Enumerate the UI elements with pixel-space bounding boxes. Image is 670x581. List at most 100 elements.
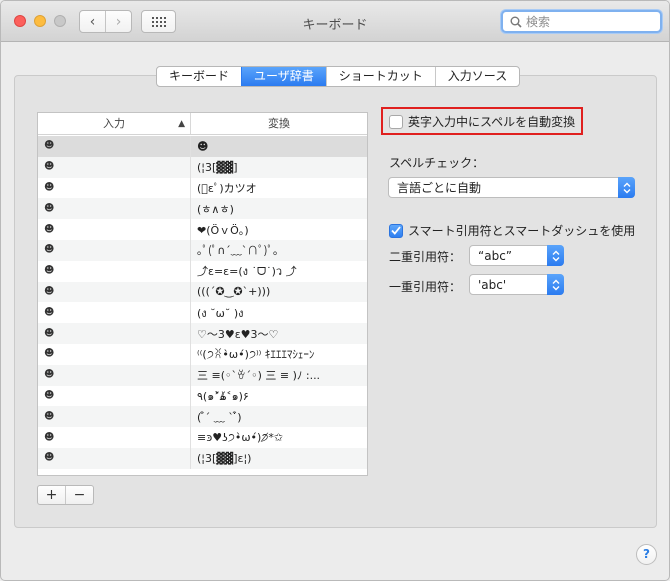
table-row[interactable]: ☻ ≡ͽ♥ʖ੭•̀ω•́)੭̸*✩ — [38, 427, 367, 448]
table-row[interactable]: ☻ ❤(ӦｖӦ｡) — [38, 219, 367, 240]
convert-text: (¦3[▓▓] — [197, 160, 238, 174]
input-cell[interactable]: ☻ — [38, 219, 191, 240]
help-button[interactable]: ? — [636, 544, 657, 565]
popup-arrows-icon — [547, 274, 564, 295]
remove-entry-button[interactable]: − — [65, 486, 93, 504]
input-text: ☻ — [44, 306, 55, 318]
convert-cell[interactable]: ❤(ӦｖӦ｡) — [191, 219, 367, 240]
keyboard-preferences-window: ‹ › キーボード キーボード ユーザ辞書 ショートカット 入力ソー — [0, 0, 670, 581]
convert-cell[interactable]: ☻ — [191, 136, 367, 157]
add-entry-button[interactable]: + — [38, 486, 65, 504]
convert-cell[interactable]: ⁽⁽(੭ꐦ•̀ω•́)੭⁾⁾ ｷｴｴｴﾏｼｪｰﾝ — [191, 344, 367, 365]
tab-keyboard[interactable]: キーボード — [157, 67, 241, 86]
convert-cell[interactable]: (ㅎ∧ㅎ) — [191, 198, 367, 219]
convert-text: ☻ — [197, 139, 209, 153]
input-text: ☻ — [44, 140, 55, 152]
convert-cell[interactable]: ♡〜3♥ε♥3〜♡ — [191, 323, 367, 344]
convert-text: ❤(ӦｖӦ｡) — [197, 223, 249, 237]
input-cell[interactable]: ☻ — [38, 406, 191, 428]
input-cell[interactable]: ☻ — [38, 281, 191, 303]
input-text: ☻ — [44, 265, 55, 277]
double-quote-popup[interactable]: “abc” — [469, 245, 564, 266]
input-text: ☻ — [44, 202, 55, 214]
smart-quotes-label: スマート引用符とスマートダッシュを使用 — [408, 224, 636, 238]
convert-text: ⁽⁽(੭ꐦ•̀ω•́)੭⁾⁾ ｷｴｴｴﾏｼｪｰﾝ — [197, 348, 315, 362]
convert-text: (((´✪‿✪`+))) — [197, 285, 271, 299]
convert-text: (ﾟεﾟ)カツオ — [197, 181, 257, 195]
input-text: ☻ — [44, 327, 55, 339]
double-quote-label: 二重引用符： — [389, 250, 462, 264]
input-text: ☻ — [44, 452, 55, 464]
input-cell[interactable]: ☻ — [38, 302, 191, 324]
convert-cell[interactable]: ⤴ε=ε=(ง ˙ᗜ˙)ว ⤴ — [191, 261, 367, 282]
input-cell[interactable]: ☻ — [38, 177, 191, 199]
auto-spell-option[interactable]: 英字入力中にスペルを自動変換 — [389, 113, 575, 130]
table-row[interactable]: ☻ (¦3[▓▓]ε¦) — [38, 447, 367, 469]
convert-text: 三 ≡(◦`ꈊ´◦) 三 ≡ )ﾉ :... — [197, 369, 321, 383]
table-rows: ☻ ☻ ☻ (¦3[▓▓] ☻ (ﾟεﾟ)カツオ ☻ (ㅎ∧ㅎ) ☻ ❤(ӦｖӦ｡) ☻ ｡ﾟ(ﾟ∩´… — [38, 136, 367, 469]
smart-quotes-option[interactable]: スマート引用符とスマートダッシュを使用 — [389, 222, 635, 239]
search-input[interactable] — [526, 13, 656, 31]
input-text: ☻ — [44, 431, 55, 443]
spell-check-value: 言語ごとに自動 — [397, 181, 482, 195]
convert-cell[interactable]: (ง ˘ω˘ )ง — [191, 302, 367, 323]
table-row[interactable]: ☻ (ㅎ∧ㅎ) — [38, 198, 367, 220]
convert-text: ≡ͽ♥ʖ੭•̀ω•́)੭̸*✩ — [197, 430, 284, 444]
table-row[interactable]: ☻ (¦3[▓▓] — [38, 156, 367, 178]
spell-check-popup[interactable]: 言語ごとに自動 — [388, 177, 635, 198]
convert-text: ｡ﾟ(ﾟ∩´﹏`∩ﾟ)ﾟ｡ — [197, 244, 279, 258]
column-header-convert[interactable]: 変換 — [191, 113, 367, 134]
input-cell[interactable]: ☻ — [38, 323, 191, 344]
input-text: ☻ — [44, 410, 55, 422]
double-quote-value: “abc” — [478, 248, 513, 263]
tab-user-dictionary[interactable]: ユーザ辞書 — [241, 67, 326, 86]
table-row[interactable]: ☻ ♡〜3♥ε♥3〜♡ — [38, 323, 367, 344]
convert-cell[interactable]: ( ͒´ ﹏ ` ͒) — [191, 406, 367, 427]
convert-cell[interactable]: (ﾟεﾟ)カツオ — [191, 178, 367, 199]
input-cell[interactable]: ☻ — [38, 427, 191, 448]
auto-spell-checkbox[interactable] — [389, 114, 403, 129]
single-quote-value: 'abc' — [478, 277, 507, 292]
input-cell[interactable]: ☻ — [38, 364, 191, 386]
popup-arrows-icon — [618, 177, 635, 198]
input-cell[interactable]: ☻ — [38, 156, 191, 178]
table-row[interactable]: ☻ ｡ﾟ(ﾟ∩´﹏`∩ﾟ)ﾟ｡ — [38, 239, 367, 261]
single-quote-popup[interactable]: 'abc' — [469, 274, 564, 295]
input-text: ☻ — [44, 369, 55, 381]
table-row[interactable]: ☻ ☻ — [38, 136, 367, 157]
table-header: 入力 ▲ 変換 — [38, 113, 367, 135]
input-cell[interactable]: ☻ — [38, 447, 191, 469]
input-cell[interactable]: ☻ — [38, 260, 191, 282]
tab-input-sources[interactable]: 入力ソース — [434, 67, 519, 86]
popup-arrows-icon — [547, 245, 564, 266]
table-row[interactable]: ☻ (ﾟεﾟ)カツオ — [38, 177, 367, 199]
search-field[interactable] — [501, 10, 662, 33]
tab-shortcuts[interactable]: ショートカット — [325, 67, 435, 86]
table-row[interactable]: ☻ ⁽⁽(੭ꐦ•̀ω•́)੭⁾⁾ ｷｴｴｴﾏｼｪｰﾝ — [38, 343, 367, 365]
convert-cell[interactable]: ｡ﾟ(ﾟ∩´﹏`∩ﾟ)ﾟ｡ — [191, 240, 367, 261]
convert-cell[interactable]: (¦3[▓▓]ε¦) — [191, 448, 367, 469]
user-dictionary-table[interactable]: 入力 ▲ 変換 ☻ ☻ ☻ (¦3[▓▓] ☻ (ﾟεﾟ)カツオ ☻ (ㅎ∧ㅎ) ☻ ❤(ӦｖӦ｡… — [37, 112, 368, 476]
table-row[interactable]: ☻ ( ͒´ ﹏ ` ͒) — [38, 406, 367, 428]
input-cell[interactable]: ☻ — [38, 198, 191, 220]
smart-quotes-checkbox[interactable] — [389, 223, 403, 238]
table-row[interactable]: ☻ ٩(๑˃̌ۿ˂̌๑)۶ — [38, 385, 367, 407]
table-row[interactable]: ☻ (ง ˘ω˘ )ง — [38, 302, 367, 324]
input-text: ☻ — [44, 348, 55, 360]
title-bar: ‹ › キーボード — [1, 1, 669, 42]
input-cell[interactable]: ☻ — [38, 239, 191, 261]
input-text: ☻ — [44, 161, 55, 173]
convert-cell[interactable]: (((´✪‿✪`+))) — [191, 282, 367, 303]
convert-cell[interactable]: (¦3[▓▓] — [191, 157, 367, 178]
table-row[interactable]: ☻ ⤴ε=ε=(ง ˙ᗜ˙)ว ⤴ — [38, 260, 367, 282]
convert-cell[interactable]: ٩(๑˃̌ۿ˂̌๑)۶ — [191, 386, 367, 407]
convert-cell[interactable]: ≡ͽ♥ʖ੭•̀ω•́)੭̸*✩ — [191, 427, 367, 448]
input-cell[interactable]: ☻ — [38, 343, 191, 365]
table-row[interactable]: ☻ (((´✪‿✪`+))) — [38, 281, 367, 303]
input-cell[interactable]: ☻ — [38, 385, 191, 407]
table-row[interactable]: ☻ 三 ≡(◦`ꈊ´◦) 三 ≡ )ﾉ :... — [38, 364, 367, 386]
input-cell[interactable]: ☻ — [38, 136, 191, 157]
input-text: ☻ — [44, 181, 55, 193]
convert-cell[interactable]: 三 ≡(◦`ꈊ´◦) 三 ≡ )ﾉ :... — [191, 365, 367, 386]
column-header-input[interactable]: 入力 ▲ — [38, 113, 191, 134]
